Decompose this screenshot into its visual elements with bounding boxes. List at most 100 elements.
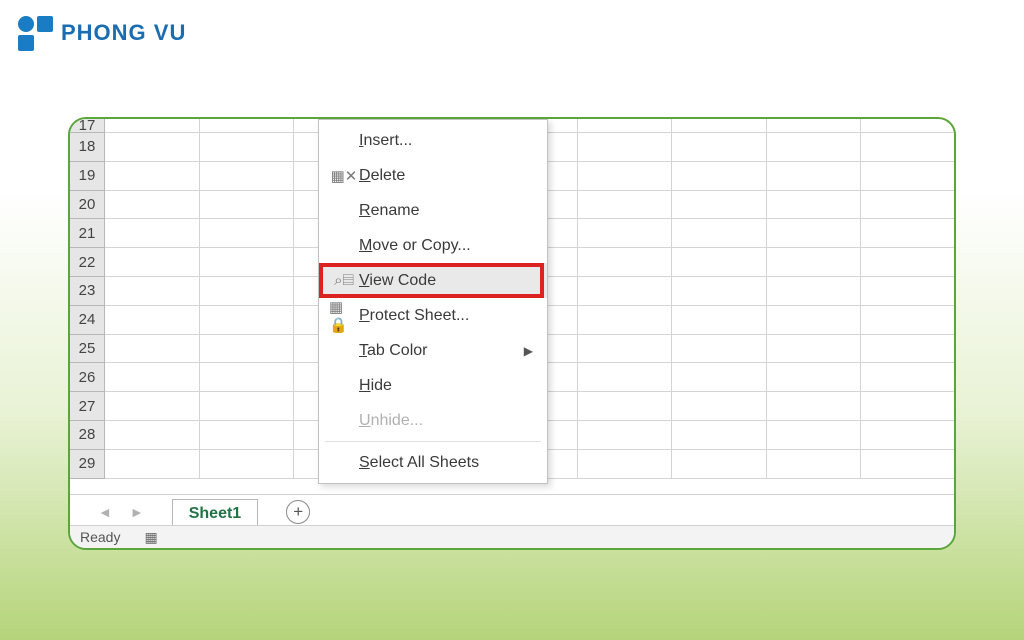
cell[interactable]: [861, 335, 954, 364]
cell[interactable]: [200, 335, 295, 364]
row-header[interactable]: 23: [70, 277, 105, 306]
row-header[interactable]: 20: [70, 191, 105, 220]
cell[interactable]: [767, 162, 862, 191]
cell[interactable]: [200, 392, 295, 421]
cell[interactable]: [578, 306, 673, 335]
cell[interactable]: [861, 363, 954, 392]
next-sheet-button[interactable]: ►: [130, 504, 144, 520]
cell[interactable]: [105, 191, 200, 220]
cell[interactable]: [767, 421, 862, 450]
cell[interactable]: [672, 219, 767, 248]
cell[interactable]: [672, 306, 767, 335]
cell[interactable]: [105, 219, 200, 248]
cell[interactable]: [200, 248, 295, 277]
cell[interactable]: [861, 162, 954, 191]
cell[interactable]: [672, 421, 767, 450]
cell[interactable]: [578, 277, 673, 306]
cell[interactable]: [672, 277, 767, 306]
cell[interactable]: [105, 363, 200, 392]
cell[interactable]: [578, 335, 673, 364]
cell[interactable]: [578, 450, 673, 479]
cell[interactable]: [200, 219, 295, 248]
cell[interactable]: [767, 191, 862, 220]
row-header[interactable]: 29: [70, 450, 105, 479]
row-header[interactable]: 24: [70, 306, 105, 335]
cell[interactable]: [578, 421, 673, 450]
cell[interactable]: [672, 119, 767, 133]
cell[interactable]: [105, 277, 200, 306]
add-sheet-button[interactable]: +: [286, 500, 310, 524]
menu-select-all-sheets[interactable]: Select All Sheets: [319, 445, 547, 480]
menu-protect-sheet[interactable]: ▦🔒 Protect Sheet...: [319, 298, 547, 333]
macro-record-icon[interactable]: ▦: [144, 529, 157, 546]
row-header[interactable]: 28: [70, 421, 105, 450]
cell[interactable]: [672, 162, 767, 191]
cell[interactable]: [200, 421, 295, 450]
cell[interactable]: [578, 219, 673, 248]
cell[interactable]: [767, 306, 862, 335]
cell[interactable]: [861, 119, 954, 133]
cell[interactable]: [767, 119, 862, 133]
cell[interactable]: [767, 335, 862, 364]
cell[interactable]: [861, 277, 954, 306]
cell[interactable]: [200, 450, 295, 479]
cell[interactable]: [200, 306, 295, 335]
menu-delete[interactable]: ▦✕ Delete: [319, 158, 547, 193]
cell[interactable]: [105, 119, 200, 133]
row-header[interactable]: 19: [70, 162, 105, 191]
cell[interactable]: [767, 450, 862, 479]
cell[interactable]: [672, 392, 767, 421]
cell[interactable]: [105, 248, 200, 277]
cell[interactable]: [672, 335, 767, 364]
cell[interactable]: [578, 119, 673, 133]
cell[interactable]: [767, 363, 862, 392]
menu-hide[interactable]: Hide: [319, 368, 547, 403]
cell[interactable]: [578, 191, 673, 220]
cell[interactable]: [578, 392, 673, 421]
row-header[interactable]: 21: [70, 219, 105, 248]
row-header[interactable]: 25: [70, 335, 105, 364]
cell[interactable]: [672, 133, 767, 162]
cell[interactable]: [200, 277, 295, 306]
row-header[interactable]: 27: [70, 392, 105, 421]
cell[interactable]: [105, 335, 200, 364]
cell[interactable]: [861, 248, 954, 277]
menu-view-code[interactable]: ⌕▤ View Code: [319, 263, 547, 298]
cell[interactable]: [767, 133, 862, 162]
cell[interactable]: [200, 133, 295, 162]
cell[interactable]: [200, 162, 295, 191]
cell[interactable]: [105, 450, 200, 479]
row-header[interactable]: 26: [70, 363, 105, 392]
cell[interactable]: [861, 450, 954, 479]
cell[interactable]: [105, 133, 200, 162]
cell[interactable]: [200, 191, 295, 220]
cell[interactable]: [578, 133, 673, 162]
cell[interactable]: [105, 392, 200, 421]
row-header[interactable]: 18: [70, 133, 105, 162]
cell[interactable]: [861, 392, 954, 421]
cell[interactable]: [578, 363, 673, 392]
cell[interactable]: [767, 277, 862, 306]
cell[interactable]: [767, 248, 862, 277]
cell[interactable]: [767, 392, 862, 421]
cell[interactable]: [105, 162, 200, 191]
cell[interactable]: [200, 119, 295, 133]
cell[interactable]: [105, 421, 200, 450]
menu-insert[interactable]: Insert...: [319, 123, 547, 158]
cell[interactable]: [105, 306, 200, 335]
cell[interactable]: [200, 363, 295, 392]
cell[interactable]: [861, 421, 954, 450]
menu-move-or-copy[interactable]: Move or Copy...: [319, 228, 547, 263]
menu-tab-color[interactable]: Tab Color ▶: [319, 333, 547, 368]
cell[interactable]: [767, 219, 862, 248]
cell[interactable]: [672, 450, 767, 479]
cell[interactable]: [578, 162, 673, 191]
cell[interactable]: [861, 133, 954, 162]
row-header[interactable]: 17: [70, 119, 105, 133]
cell[interactable]: [672, 191, 767, 220]
cell[interactable]: [861, 219, 954, 248]
cell[interactable]: [672, 248, 767, 277]
cell[interactable]: [672, 363, 767, 392]
row-header[interactable]: 22: [70, 248, 105, 277]
menu-rename[interactable]: Rename: [319, 193, 547, 228]
